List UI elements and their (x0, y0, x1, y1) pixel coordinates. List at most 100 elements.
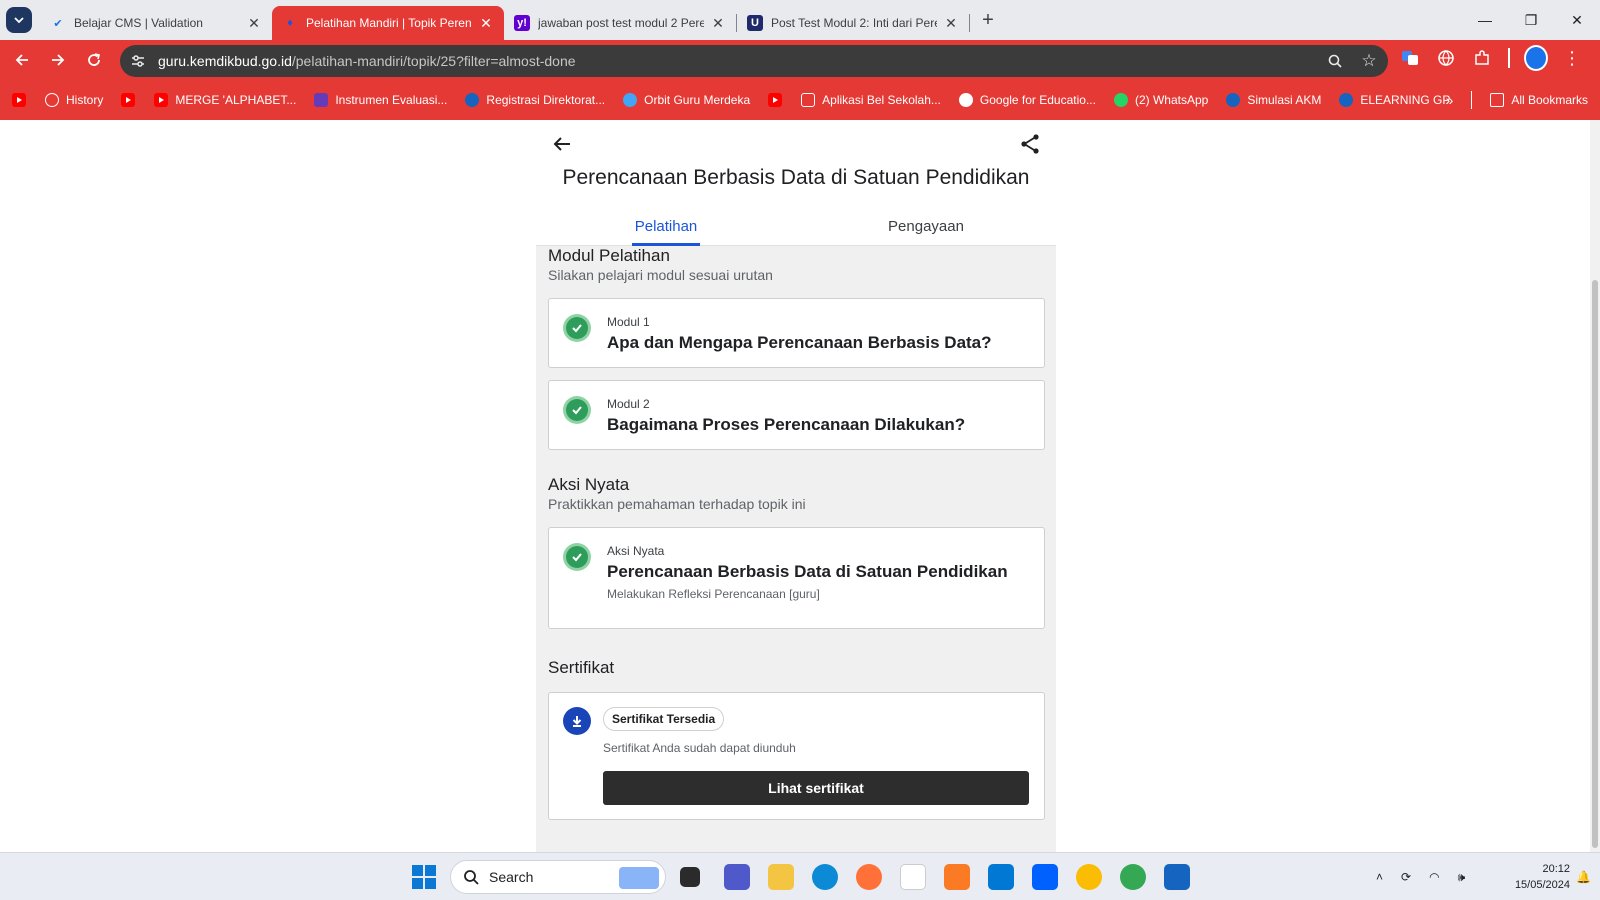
module-kicker: Modul 2 (607, 397, 650, 411)
firefox-icon[interactable] (856, 864, 882, 890)
dropbox-icon[interactable] (1032, 864, 1058, 890)
bookmark-item[interactable]: History (45, 93, 103, 107)
reload-icon[interactable] (76, 42, 112, 78)
mail-icon[interactable] (988, 864, 1014, 890)
chrome-icon[interactable] (1076, 864, 1102, 890)
notification-bell-icon[interactable]: 🔔 (1576, 853, 1591, 900)
menu-kebab-icon[interactable]: ⋮ (1560, 46, 1584, 70)
chrome-active-icon[interactable] (1120, 864, 1146, 890)
tab-pelatihan[interactable]: Pelatihan (632, 206, 700, 246)
aksi-description: Melakukan Refleksi Perencanaan [guru] (607, 587, 820, 601)
kemdikbud-icon (465, 93, 480, 107)
teams-icon[interactable] (724, 864, 750, 890)
chevron-down-icon (14, 17, 24, 24)
zoom-search-icon[interactable] (1326, 52, 1344, 70)
youtube-icon (121, 93, 136, 107)
kemdikbud-icon (1339, 93, 1354, 107)
clock-time: 20:12 (1542, 863, 1570, 875)
minimize-icon[interactable]: — (1462, 0, 1508, 40)
browser-tab-4[interactable]: U Post Test Modul 2: Inti dari Pere ✕ (737, 6, 969, 40)
sertifikat-card: Sertifikat Tersedia Sertifikat Anda suda… (548, 692, 1045, 820)
bookmark-item[interactable]: Orbit Guru Merdeka (623, 93, 750, 107)
sertifikat-text: Sertifikat Anda sudah dapat diunduh (603, 741, 796, 755)
bookmark-label: (2) WhatsApp (1134, 93, 1209, 107)
aksi-nyata-card[interactable]: Aksi Nyata Perencanaan Berbasis Data di … (548, 527, 1045, 629)
u-favicon: U (747, 15, 763, 31)
taskbar-search-label: Search (489, 869, 534, 885)
browser-toolbar: guru.kemdikbud.go.id/pelatihan-mandiri/t… (0, 40, 1600, 80)
page-tabs: Pelatihan Pengayaan (536, 206, 1056, 246)
bookmark-star-icon[interactable]: ☆ (1360, 51, 1378, 70)
share-icon[interactable] (1018, 132, 1042, 156)
scrollbar-thumb[interactable] (1592, 280, 1598, 848)
section-subtitle-modul: Silakan pelajari modul sesuai urutan (548, 267, 773, 283)
wifi-icon[interactable]: ◠ (1429, 870, 1439, 884)
new-tab-button[interactable]: + (974, 6, 1002, 34)
url-host: guru.kemdikbud.go.id (158, 53, 292, 69)
back-icon[interactable] (4, 42, 40, 78)
bookmark-item[interactable]: ELEARNING GP (1339, 93, 1450, 107)
restore-icon[interactable]: ❐ (1508, 0, 1554, 40)
bookmark-item[interactable]: (2) WhatsApp (1113, 93, 1209, 107)
all-bookmarks-button[interactable]: All Bookmarks (1490, 93, 1588, 107)
tab-title: Post Test Modul 2: Inti dari Pere (771, 16, 937, 30)
bookmark-item[interactable]: Google for Educatio... (958, 93, 1096, 107)
tab-search-button[interactable] (6, 7, 32, 33)
back-arrow-icon[interactable] (550, 132, 574, 156)
address-bar[interactable]: guru.kemdikbud.go.id/pelatihan-mandiri/t… (120, 45, 1388, 77)
translate-icon[interactable] (1398, 46, 1422, 70)
status-badge: Sertifikat Tersedia (603, 707, 725, 731)
aksi-title: Perencanaan Berbasis Data di Satuan Pend… (607, 562, 1008, 581)
close-tab-icon[interactable]: ✕ (478, 15, 494, 32)
volume-icon[interactable]: 🕪 (1458, 870, 1466, 885)
clock[interactable]: 20:12 15/05/2024 (1490, 861, 1570, 893)
forward-icon[interactable] (40, 42, 76, 78)
bookmark-label: Google for Educatio... (979, 93, 1096, 107)
extensions-icon[interactable] (1470, 46, 1494, 70)
taskbar-search-box[interactable]: Search (450, 860, 666, 894)
bookmark-item[interactable]: Instrumen Evaluasi... (314, 93, 447, 107)
youtube-icon (12, 93, 26, 107)
page-content: Perencanaan Berbasis Data di Satuan Pend… (0, 120, 1600, 852)
globe-icon[interactable] (1434, 46, 1458, 70)
avatar[interactable] (1524, 45, 1548, 71)
bookmark-item[interactable]: Registrasi Direktorat... (465, 93, 605, 107)
browser-tab-2[interactable]: ♦ Pelatihan Mandiri | Topik Perenc ✕ (272, 6, 504, 40)
more-bookmarks-icon[interactable]: » (1446, 92, 1454, 108)
sync-icon[interactable]: ⟳ (1401, 870, 1411, 884)
file-explorer-icon[interactable] (768, 864, 794, 890)
bookmark-item[interactable]: MERGE 'ALPHABET... (154, 93, 296, 107)
bookmark-item[interactable] (121, 93, 142, 107)
chevron-up-icon[interactable]: ˄ (1376, 870, 1383, 884)
url-text[interactable]: guru.kemdikbud.go.id/pelatihan-mandiri/t… (158, 53, 576, 69)
xampp-icon[interactable] (944, 864, 970, 890)
close-tab-icon[interactable]: ✕ (246, 15, 262, 32)
bookmark-item[interactable]: Simulasi AKM (1226, 93, 1321, 107)
close-window-icon[interactable]: ✕ (1554, 0, 1600, 40)
bookmarks-bar: History MERGE 'ALPHABET... Instrumen Eva… (0, 80, 1600, 120)
lihat-sertifikat-button[interactable]: Lihat sertifikat (603, 771, 1029, 805)
bookmark-item[interactable] (768, 93, 789, 107)
browser-tab-1[interactable]: ✔ Belajar CMS | Validation ✕ (40, 6, 272, 40)
page-scrollbar[interactable] (1590, 120, 1600, 852)
kemdikbud-icon (1226, 93, 1241, 107)
site-settings-icon[interactable] (130, 53, 146, 69)
edge-icon[interactable] (812, 864, 838, 890)
tab-title: jawaban post test modul 2 Pere (538, 16, 704, 30)
module-card-1[interactable]: Modul 1 Apa dan Mengapa Perencanaan Berb… (548, 298, 1045, 368)
close-tab-icon[interactable]: ✕ (943, 15, 959, 32)
bookmark-label: Orbit Guru Merdeka (644, 93, 751, 107)
browser-tab-3[interactable]: y! jawaban post test modul 2 Pere ✕ (504, 6, 736, 40)
bookmark-label: MERGE 'ALPHABET... (175, 93, 297, 107)
aksi-kicker: Aksi Nyata (607, 544, 665, 558)
task-view-icon[interactable] (680, 867, 700, 887)
belajar-favicon: ✔ (53, 17, 63, 30)
tab-pengayaan[interactable]: Pengayaan (866, 206, 986, 246)
close-tab-icon[interactable]: ✕ (710, 15, 726, 32)
module-card-2[interactable]: Modul 2 Bagaimana Proses Perencanaan Dil… (548, 380, 1045, 450)
bookmark-item[interactable]: Aplikasi Bel Sekolah... (801, 93, 941, 107)
notepad-icon[interactable] (1164, 864, 1190, 890)
bookmark-item[interactable] (12, 93, 33, 107)
windows-start-icon[interactable] (412, 865, 436, 889)
amazon-icon[interactable] (900, 864, 926, 890)
